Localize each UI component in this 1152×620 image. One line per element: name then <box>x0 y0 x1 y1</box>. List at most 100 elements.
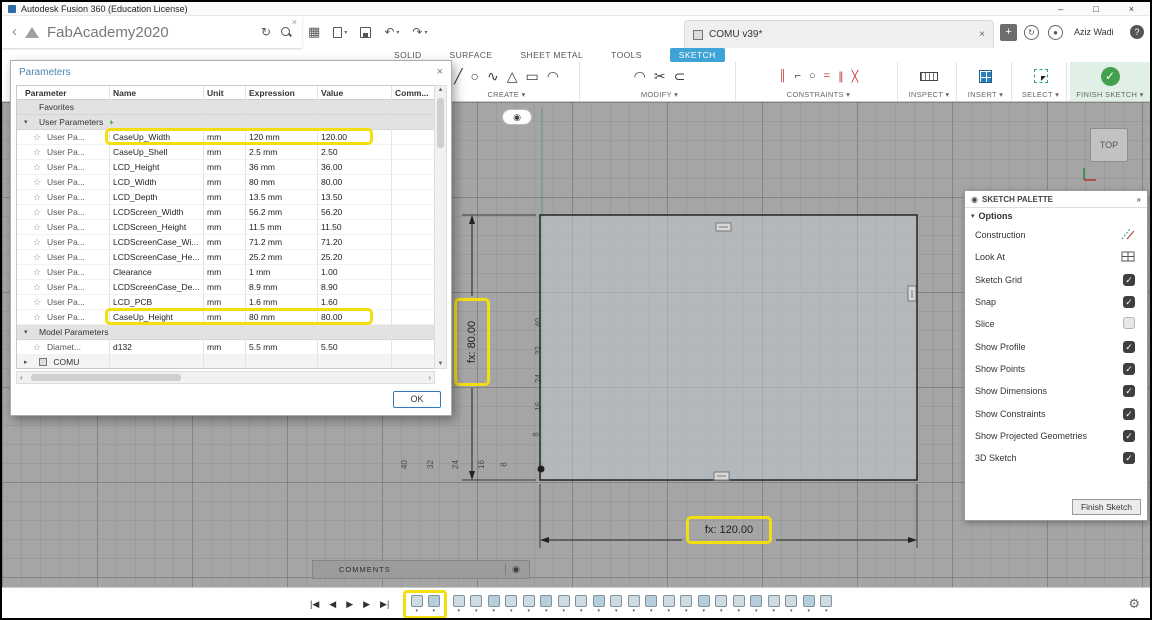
favorite-star-icon[interactable]: ☆ <box>33 295 41 310</box>
checked-checkbox[interactable]: ✓ <box>1123 429 1135 442</box>
favorite-star-icon[interactable]: ☆ <box>33 235 41 250</box>
spline-tool-icon[interactable]: ∿ <box>487 68 499 85</box>
minimize-button[interactable]: – <box>1058 3 1063 15</box>
parameter-row[interactable]: ☆ User Pa... LCD_PCB mm 1.6 mm 1.60 <box>17 295 434 310</box>
palette-option-row[interactable]: Sketch Grid ✓ <box>965 269 1147 291</box>
vertical-scrollbar[interactable]: ▲ ▼ <box>434 85 447 369</box>
parameter-expression[interactable]: 1 mm <box>249 265 315 280</box>
help-icon[interactable]: ? <box>1130 25 1144 39</box>
finish-sketch-group-label[interactable]: FINISH SKETCH ▾ <box>1076 90 1143 99</box>
dialog-titlebar[interactable]: Parameters × <box>11 61 451 83</box>
parameter-row[interactable]: ☆ User Pa... CaseUp_Height mm 80 mm 80.0… <box>17 308 434 325</box>
parameter-expression[interactable]: 1.6 mm <box>249 295 315 310</box>
parameter-expression[interactable]: 13.5 mm <box>249 190 315 205</box>
parameter-name[interactable]: LCDScreenCase_He... <box>113 250 201 265</box>
options-section-header[interactable]: ▾ Options <box>965 208 1147 224</box>
feature-icon[interactable] <box>427 594 440 607</box>
notifications-icon[interactable]: ● <box>1048 25 1063 40</box>
tab-close-icon[interactable]: × <box>979 29 985 40</box>
concentric-constraint-icon[interactable]: ○ <box>809 70 816 82</box>
parameter-expression[interactable]: 56.2 mm <box>249 205 315 220</box>
timeline-item[interactable]: ▾ <box>410 594 423 614</box>
feature-icon[interactable] <box>627 594 640 607</box>
parameter-name[interactable]: LCDScreen_Height <box>113 220 201 235</box>
insert-group-label[interactable]: INSERT ▾ <box>968 90 1004 99</box>
parameter-expression[interactable]: 8.9 mm <box>249 280 315 295</box>
palette-option-row[interactable]: Look At <box>965 246 1147 268</box>
horizontal-scrollbar[interactable]: ‹ › <box>16 371 435 384</box>
timeline-item[interactable]: ▾ <box>452 594 465 614</box>
parameter-expression[interactable]: 11.5 mm <box>249 220 315 235</box>
data-panel-icon[interactable]: ▦ <box>308 24 320 40</box>
palette-option-row[interactable]: Show Projected Geometries ✓ <box>965 425 1147 447</box>
parameter-row[interactable]: ☆ User Pa... LCDScreenCase_Wi... mm 71.2… <box>17 235 434 250</box>
arc-tool-icon[interactable]: ◠ <box>547 68 559 85</box>
redo-icon[interactable]: ↷ <box>412 25 422 39</box>
expand-comments-icon[interactable]: ◉ <box>512 564 521 575</box>
panel-close-icon[interactable]: × <box>292 17 297 27</box>
favorite-star-icon[interactable]: ☆ <box>33 220 41 235</box>
parameter-name[interactable]: LCD_Depth <box>113 190 201 205</box>
palette-option-row[interactable]: Show Dimensions ✓ <box>965 380 1147 402</box>
palette-option-row[interactable]: Show Points ✓ <box>965 358 1147 380</box>
feature-icon[interactable] <box>487 594 500 607</box>
tab-solid[interactable]: SOLID <box>394 50 422 60</box>
polygon-tool-icon[interactable]: △ <box>507 68 518 85</box>
step-forward-icon[interactable]: ▶ <box>363 599 370 610</box>
timeline-item[interactable]: ▾ <box>697 594 710 614</box>
favorites-section-row[interactable]: Favorites <box>17 100 434 115</box>
symmetry-constraint-icon[interactable]: ╳ <box>852 70 859 83</box>
timeline-item[interactable]: ▾ <box>732 594 745 614</box>
parameter-row[interactable]: ☆ Diamet... d132 mm 5.5 mm 5.50 <box>17 340 434 355</box>
favorite-star-icon[interactable]: ☆ <box>33 205 41 220</box>
play-icon[interactable]: ▶ <box>346 599 353 610</box>
favorite-star-icon[interactable]: ☆ <box>33 175 41 190</box>
parameter-row[interactable]: ☆ User Pa... CaseUp_Shell mm 2.5 mm 2.50 <box>17 145 434 160</box>
favorite-star-icon[interactable]: ☆ <box>33 190 41 205</box>
parameter-name[interactable]: Clearance <box>113 265 201 280</box>
chevron-down-icon[interactable]: ▾ <box>24 115 28 130</box>
feature-icon[interactable] <box>785 594 798 607</box>
dialog-close-icon[interactable]: × <box>437 66 443 78</box>
chevron-down-icon[interactable]: ▾ <box>24 325 28 340</box>
document-tab[interactable]: COMU v39* × <box>684 20 994 48</box>
save-icon[interactable] <box>360 26 372 38</box>
timeline-item[interactable]: ▾ <box>802 594 815 614</box>
tab-tools[interactable]: TOOLS <box>611 50 642 60</box>
step-back-icon[interactable]: ◀ <box>329 599 336 610</box>
refresh-icon[interactable]: ↻ <box>261 25 271 39</box>
comu-component-row[interactable]: ▸ COMU <box>17 355 434 368</box>
model-parameters-section-row[interactable]: ▾ Model Parameters <box>17 325 434 340</box>
coincident-constraint-icon[interactable]: ║ <box>779 70 787 82</box>
offset-tool-icon[interactable]: ⊂ <box>674 68 686 85</box>
timeline-item[interactable]: ▾ <box>785 594 798 614</box>
close-button[interactable]: × <box>1129 3 1134 15</box>
slot-tool-icon[interactable]: ▭ <box>525 68 538 85</box>
feature-icon[interactable] <box>680 594 693 607</box>
display-bar[interactable]: ◉ <box>502 109 532 125</box>
line-tool-icon[interactable]: ╱ <box>454 68 462 85</box>
back-icon[interactable]: ‹ <box>12 18 17 46</box>
scroll-down-icon[interactable]: ▼ <box>435 361 446 367</box>
scroll-right-icon[interactable]: › <box>428 372 431 383</box>
timeline-settings-gear-icon[interactable]: ⚙ <box>1128 596 1140 612</box>
chevron-down-icon[interactable]: ▾ <box>424 29 427 36</box>
look-at-icon[interactable] <box>1121 251 1135 264</box>
parameter-name[interactable]: LCD_PCB <box>113 295 201 310</box>
checked-checkbox[interactable]: ✓ <box>1123 273 1135 286</box>
feature-icon[interactable] <box>470 594 483 607</box>
parameter-expression[interactable]: 120 mm <box>249 130 315 145</box>
palette-option-row[interactable]: Slice <box>965 313 1147 335</box>
fillet-tool-icon[interactable]: ◠ <box>634 68 646 85</box>
parameter-name[interactable]: CaseUp_Shell <box>113 145 201 160</box>
timeline-item[interactable]: ▾ <box>557 594 570 614</box>
checked-checkbox[interactable]: ✓ <box>1123 452 1135 465</box>
insert-icon[interactable] <box>979 69 992 83</box>
parameter-row[interactable]: ☆ User Pa... LCDScreenCase_De... mm 8.9 … <box>17 280 434 295</box>
maximize-button[interactable]: □ <box>1093 3 1098 15</box>
favorite-star-icon[interactable]: ☆ <box>33 250 41 265</box>
feature-icon[interactable] <box>540 594 553 607</box>
feature-icon[interactable] <box>767 594 780 607</box>
tab-sheet-metal[interactable]: SHEET METAL <box>520 50 583 60</box>
feature-icon[interactable] <box>522 594 535 607</box>
